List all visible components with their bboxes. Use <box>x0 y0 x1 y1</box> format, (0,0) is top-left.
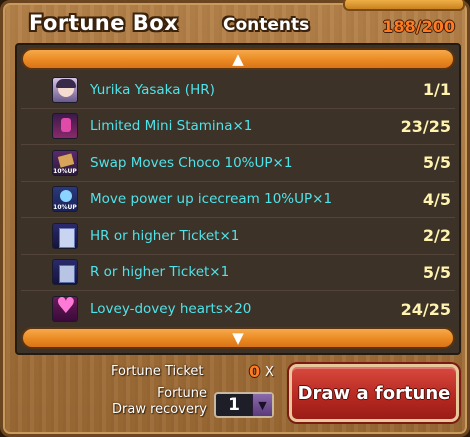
fortune-ticket-label: Fortune Ticket <box>111 364 204 379</box>
item-name: Limited Mini Stamina×1 <box>90 118 253 135</box>
item-quantity: 2/2 <box>422 226 451 246</box>
list-item: HR or higher Ticket×1 2/2 <box>21 218 455 255</box>
item-quantity: 24/25 <box>400 299 451 319</box>
draw-recovery-label-line2: Draw recovery <box>112 402 207 417</box>
fortune-ticket-count: 0 <box>249 362 261 381</box>
item-name: Move power up icecream 10%UP×1 <box>90 191 333 208</box>
item-quantity: 4/5 <box>422 189 451 209</box>
draw-fortune-label: Draw a fortune <box>297 382 451 404</box>
list-item: Swap Moves Choco 10%UP×1 5/5 <box>21 145 455 182</box>
box-count: 188/200 <box>382 17 455 36</box>
draw-recovery-label-line1: Fortune <box>157 386 207 401</box>
item-name: Lovey-dovey hearts×20 <box>90 301 252 318</box>
dropdown-button[interactable]: ▼ <box>252 394 272 416</box>
item-quantity: 23/25 <box>400 116 451 136</box>
item-name: Yurika Yasaka (HR) <box>90 81 215 98</box>
draw-recovery-select[interactable]: 1 ▼ <box>214 392 274 418</box>
triangle-down-icon: ▼ <box>232 328 244 347</box>
ticket-icon <box>52 259 78 286</box>
list-item: Limited Mini Stamina×1 23/25 <box>21 109 455 145</box>
item-name: R or higher Ticket×1 <box>90 264 230 281</box>
fortune-ticket-multiplier: X <box>265 365 274 380</box>
triangle-up-icon: ▲ <box>232 49 244 68</box>
close-tab[interactable] <box>343 0 465 11</box>
contents-panel: ▲ Yurika Yasaka (HR) 1/1 Limited Mini St… <box>15 43 461 355</box>
fortune-box-window: Fortune Box Contents 188/200 ▲ Yurika Ya… <box>0 0 470 437</box>
scroll-up-button[interactable]: ▲ <box>21 48 455 70</box>
character-portrait-icon <box>52 76 78 103</box>
item-quantity: 1/1 <box>422 80 451 100</box>
item-quantity: 5/5 <box>422 153 451 173</box>
hearts-icon <box>52 296 78 323</box>
ticket-icon <box>52 222 78 249</box>
item-name: Swap Moves Choco 10%UP×1 <box>90 154 293 171</box>
icecream-icon <box>52 186 78 213</box>
draw-recovery-label: Fortune Draw recovery <box>103 386 207 418</box>
stamina-potion-icon <box>52 113 78 140</box>
window-title: Fortune Box <box>29 11 179 35</box>
list-item: Lovey-dovey hearts×20 24/25 <box>21 291 455 328</box>
item-quantity: 5/5 <box>422 262 451 282</box>
choco-icon <box>52 149 78 176</box>
list-item: Yurika Yasaka (HR) 1/1 <box>21 72 455 109</box>
item-name: HR or higher Ticket×1 <box>90 227 240 244</box>
chevron-down-icon: ▼ <box>258 398 267 412</box>
contents-heading: Contents <box>223 15 310 35</box>
list-item: Move power up icecream 10%UP×1 4/5 <box>21 182 455 218</box>
scroll-down-button[interactable]: ▼ <box>21 327 455 349</box>
draw-recovery-value: 1 <box>228 395 240 415</box>
item-list: Yurika Yasaka (HR) 1/1 Limited Mini Stam… <box>21 72 455 328</box>
list-item: R or higher Ticket×1 5/5 <box>21 255 455 291</box>
draw-fortune-button[interactable]: Draw a fortune <box>289 364 459 422</box>
